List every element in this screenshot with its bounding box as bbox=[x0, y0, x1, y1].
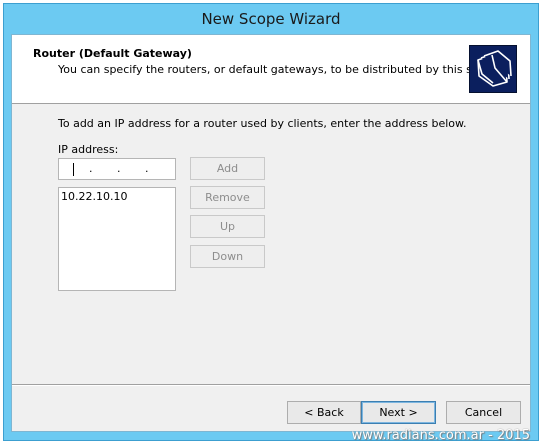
window-title: New Scope Wizard bbox=[201, 10, 341, 28]
wizard-window: New Scope Wizard Router (Default Gateway… bbox=[3, 3, 539, 441]
wizard-header: Router (Default Gateway) You can specify… bbox=[12, 35, 530, 104]
back-button[interactable]: < Back bbox=[287, 401, 361, 424]
list-item[interactable]: 10.22.10.10 bbox=[61, 190, 127, 203]
router-list[interactable]: 10.22.10.10 bbox=[58, 187, 176, 291]
next-button[interactable]: Next > bbox=[361, 401, 436, 424]
page-subtitle: You can specify the routers, or default … bbox=[58, 63, 502, 76]
instruction-text: To add an IP address for a router used b… bbox=[58, 117, 467, 130]
up-button[interactable]: Up bbox=[190, 215, 265, 238]
text-caret bbox=[73, 163, 74, 176]
ip-address-label: IP address: bbox=[58, 143, 119, 156]
remove-button[interactable]: Remove bbox=[190, 186, 265, 209]
add-button[interactable]: Add bbox=[190, 157, 265, 180]
down-button[interactable]: Down bbox=[190, 245, 265, 268]
wizard-client-area: Router (Default Gateway) You can specify… bbox=[11, 34, 531, 432]
ip-octet-separator: . bbox=[117, 162, 121, 175]
footer-divider bbox=[12, 384, 530, 386]
cancel-button[interactable]: Cancel bbox=[446, 401, 521, 424]
ip-address-input[interactable]: . . . bbox=[58, 158, 176, 180]
folders-icon bbox=[469, 45, 517, 93]
watermark-text: www.radians.com.ar - 2015 bbox=[351, 428, 530, 443]
page-title: Router (Default Gateway) bbox=[33, 47, 192, 60]
ip-octet-separator: . bbox=[89, 162, 93, 175]
ip-octet-separator: . bbox=[145, 162, 149, 175]
